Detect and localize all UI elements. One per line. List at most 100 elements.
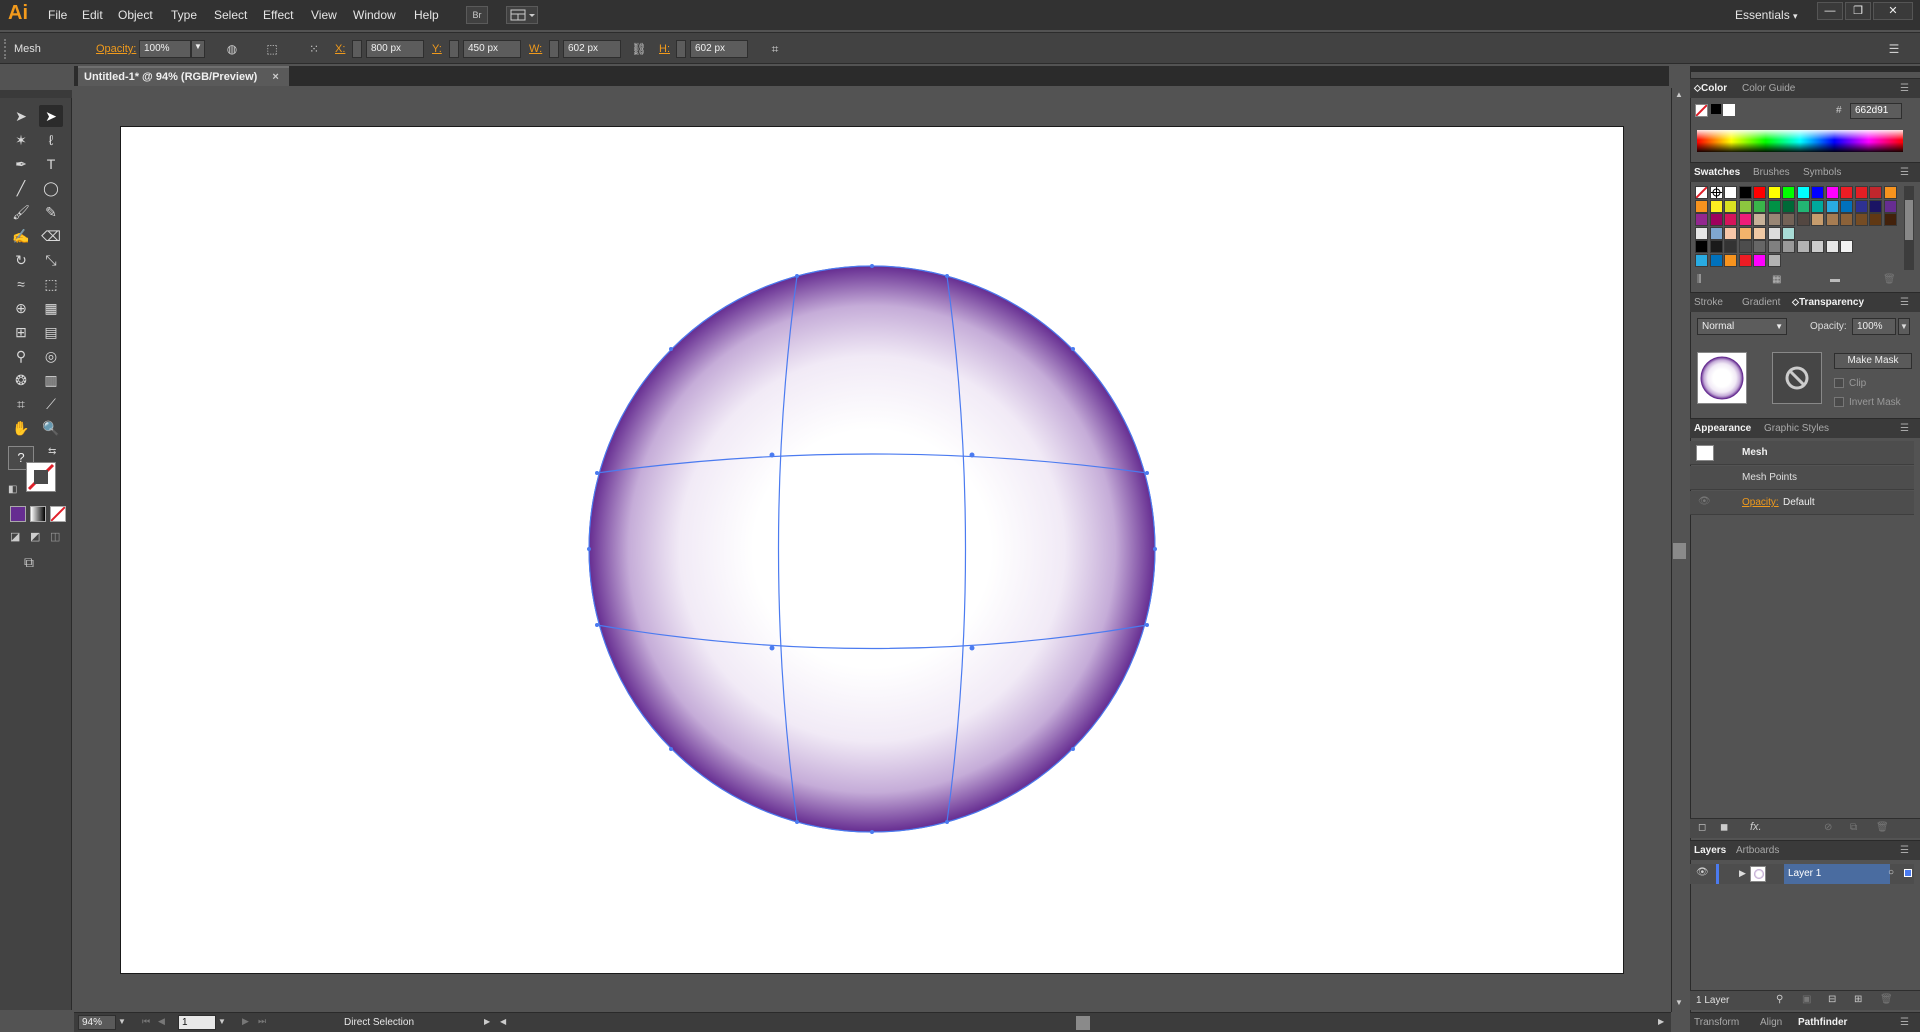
- swatch[interactable]: [1709, 199, 1723, 213]
- swatch[interactable]: [1724, 199, 1737, 213]
- swatch[interactable]: [1869, 213, 1882, 226]
- clear-appearance-icon[interactable]: ⊘: [1824, 822, 1832, 833]
- swatches-scrollbar[interactable]: [1904, 186, 1914, 270]
- scroll-up-icon[interactable]: ▲: [1675, 90, 1683, 99]
- last-artboard-icon[interactable]: ⏭: [258, 1016, 266, 1027]
- add-effect-icon[interactable]: fx.: [1750, 821, 1762, 833]
- grip-handle[interactable]: [4, 39, 7, 59]
- swatch[interactable]: [1825, 186, 1839, 199]
- color-mode-button[interactable]: [10, 506, 26, 522]
- panel-menu-icon[interactable]: ☰: [1900, 167, 1909, 178]
- rotate-tool-icon[interactable]: ↻: [9, 249, 33, 271]
- magic-wand-tool-icon[interactable]: ✶: [9, 129, 33, 151]
- appearance-mesh-points-row[interactable]: Mesh Points: [1690, 466, 1914, 490]
- status-menu-icon[interactable]: ▶: [484, 1017, 490, 1026]
- appearance-opacity-label[interactable]: Opacity:: [1742, 497, 1779, 508]
- swatch[interactable]: [1840, 186, 1853, 199]
- menu-window[interactable]: Window: [353, 8, 396, 22]
- expand-layer-icon[interactable]: ▶: [1739, 868, 1746, 879]
- swatch[interactable]: [1796, 240, 1810, 253]
- swatch[interactable]: [1767, 186, 1781, 199]
- swatch[interactable]: [1840, 240, 1853, 253]
- invert-mask-checkbox[interactable]: [1834, 397, 1844, 407]
- selection-tool-icon[interactable]: ➤: [9, 105, 33, 127]
- swatch[interactable]: [1767, 226, 1781, 240]
- w-stepper[interactable]: [549, 40, 559, 58]
- align-to-icon[interactable]: ⬚: [264, 41, 280, 57]
- chevron-down-icon[interactable]: ▼: [218, 1017, 226, 1026]
- transparency-opacity-input[interactable]: 100%: [1852, 318, 1896, 335]
- hand-tool-icon[interactable]: ✋: [9, 417, 33, 439]
- first-artboard-icon[interactable]: ⏮: [142, 1016, 150, 1027]
- tab-color-guide[interactable]: Color Guide: [1742, 83, 1795, 94]
- menu-edit[interactable]: Edit: [82, 8, 103, 22]
- chevron-down-icon[interactable]: ▼: [118, 1017, 126, 1026]
- swatch[interactable]: [1695, 186, 1708, 199]
- swatch[interactable]: [1695, 226, 1708, 240]
- layer-row[interactable]: 👁 ▶ Layer 1 ○: [1690, 864, 1914, 884]
- tab-gradient[interactable]: Gradient: [1742, 297, 1780, 308]
- tab-pathfinder[interactable]: Pathfinder: [1798, 1017, 1847, 1028]
- column-graph-tool-icon[interactable]: ▥: [39, 369, 63, 391]
- swatch[interactable]: [1767, 199, 1781, 213]
- swatch[interactable]: [1753, 226, 1766, 240]
- gradient-tool-icon[interactable]: ▤: [39, 321, 63, 343]
- tab-align[interactable]: Align: [1760, 1017, 1782, 1028]
- pencil-tool-icon[interactable]: ✎: [39, 201, 63, 223]
- control-bar-menu-icon[interactable]: ☰: [1886, 41, 1902, 57]
- swatch[interactable]: [1738, 213, 1752, 226]
- minimize-button[interactable]: —: [1817, 2, 1843, 20]
- tab-color[interactable]: ⬦Color: [1694, 83, 1727, 94]
- swatch[interactable]: [1738, 199, 1752, 213]
- pen-tool-icon[interactable]: ✒: [9, 153, 33, 175]
- new-layer-icon[interactable]: ⊞: [1854, 994, 1862, 1005]
- paintbrush-tool-icon[interactable]: 🖌: [9, 201, 33, 223]
- tab-transparency[interactable]: ⬦Transparency: [1792, 297, 1864, 308]
- opacity-input[interactable]: 100%: [139, 40, 191, 58]
- artboard-number-input[interactable]: 1: [178, 1015, 216, 1030]
- swatch[interactable]: [1869, 199, 1882, 213]
- color-fill-swatch[interactable]: [1695, 104, 1708, 117]
- swatch[interactable]: [1753, 213, 1766, 226]
- locate-object-icon[interactable]: ⚲: [1776, 994, 1783, 1005]
- close-window-button[interactable]: ✕: [1873, 2, 1913, 20]
- swatch[interactable]: [1709, 213, 1723, 226]
- swatch[interactable]: [1695, 240, 1708, 253]
- x-label[interactable]: X:: [335, 43, 345, 55]
- draw-behind-icon[interactable]: ◩: [30, 530, 40, 543]
- eyedropper-tool-icon[interactable]: ⚲: [9, 345, 33, 367]
- screen-mode-icon[interactable]: ⧉: [24, 554, 34, 571]
- h-label[interactable]: H:: [659, 43, 670, 55]
- swatch[interactable]: [1782, 240, 1795, 253]
- panel-menu-icon[interactable]: ☰: [1900, 1017, 1909, 1028]
- swatch[interactable]: [1738, 226, 1752, 240]
- panel-menu-icon[interactable]: ☰: [1900, 83, 1909, 94]
- constrain-proportions-icon[interactable]: ⛓: [631, 41, 647, 57]
- swatch[interactable]: [1854, 213, 1868, 226]
- scale-tool-icon[interactable]: ⤡: [39, 249, 63, 271]
- make-mask-button[interactable]: Make Mask: [1834, 353, 1912, 369]
- swatch[interactable]: [1811, 213, 1824, 226]
- h-input[interactable]: 602 px: [690, 40, 748, 58]
- visibility-eye-icon[interactable]: 👁: [1698, 496, 1711, 507]
- tab-transform[interactable]: Transform: [1694, 1017, 1739, 1028]
- swatch[interactable]: [1883, 186, 1897, 199]
- blob-brush-tool-icon[interactable]: ✍: [9, 225, 33, 247]
- artboard[interactable]: [120, 126, 1624, 974]
- horizontal-scroll-thumb[interactable]: [1076, 1016, 1090, 1030]
- menu-select[interactable]: Select: [214, 8, 247, 22]
- color-spectrum[interactable]: [1697, 130, 1903, 152]
- swatch[interactable]: [1724, 213, 1737, 226]
- width-tool-icon[interactable]: ≈: [9, 273, 33, 295]
- tab-brushes[interactable]: Brushes: [1753, 167, 1790, 178]
- swatch[interactable]: [1811, 199, 1824, 213]
- swatch[interactable]: [1767, 240, 1781, 253]
- panel-menu-icon[interactable]: ☰: [1900, 845, 1909, 856]
- swatch[interactable]: [1724, 253, 1737, 267]
- add-new-stroke-icon[interactable]: ◻: [1698, 822, 1706, 833]
- clip-checkbox[interactable]: [1834, 378, 1844, 388]
- white-swatch[interactable]: [1723, 104, 1735, 116]
- tab-symbols[interactable]: Symbols: [1803, 167, 1841, 178]
- object-thumbnail[interactable]: [1697, 352, 1747, 404]
- opacity-label[interactable]: Opacity:: [96, 43, 136, 55]
